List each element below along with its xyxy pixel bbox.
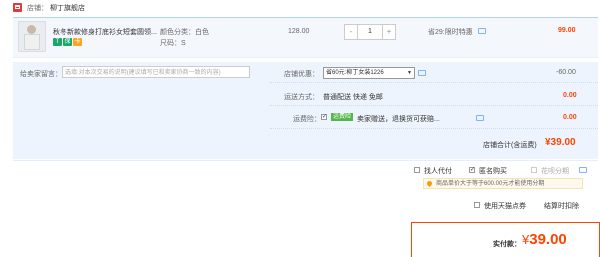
product-thumbnail[interactable] xyxy=(18,21,46,52)
unit-price: 128.00 xyxy=(288,28,310,35)
message-label: 给卖家留言： xyxy=(20,71,62,78)
insurance-info-icon[interactable] xyxy=(476,115,484,121)
insurance-checkbox[interactable] xyxy=(321,113,327,120)
divider xyxy=(270,82,598,83)
item-row xyxy=(13,17,598,58)
tmall-points-label[interactable]: 使用天猫点券 xyxy=(484,201,526,211)
insurance-text: 卖家赠送，退换货可获赔... xyxy=(357,116,440,123)
installment-checkbox[interactable] xyxy=(531,167,537,173)
tmall-points-checkbox[interactable] xyxy=(474,202,480,208)
final-payment-label: 实付款： xyxy=(493,241,521,248)
quantity-plus-button[interactable]: + xyxy=(382,25,395,39)
installment-notice: 商品单价大于等于600.00元才能使用分期 xyxy=(423,178,583,189)
shop-name-link[interactable]: 柳丁旗舰店 xyxy=(50,3,85,13)
guarantee-badge-icon[interactable]: 保 xyxy=(63,38,72,46)
product-title-link[interactable]: 秋冬新款修身打底衫女短套圆领... xyxy=(53,27,157,37)
location-pin-icon xyxy=(425,179,434,188)
insurance-amount: 0.00 xyxy=(563,114,577,121)
shop-total-label: 店铺合计(含运费) xyxy=(483,142,537,149)
promo-info-icon[interactable] xyxy=(478,28,486,34)
installment-info-icon[interactable] xyxy=(579,167,587,173)
pay-for-other-label[interactable]: 找人代付 xyxy=(424,166,452,176)
coupon-select[interactable]: 省60元:柳丁女装1226 ▼ xyxy=(323,67,415,79)
anonymous-checkbox[interactable] xyxy=(469,166,475,173)
quantity-minus-button[interactable]: - xyxy=(345,25,358,39)
final-payment-amount: ¥39.00 xyxy=(522,231,567,248)
item-promo: 省29:限时特惠 xyxy=(428,29,473,36)
final-amount-value: 39.00 xyxy=(529,231,567,248)
insurance-label: 运费险： xyxy=(293,116,321,123)
shop-label: 店铺： xyxy=(27,5,48,12)
tmall-badge-icon[interactable]: T xyxy=(53,38,62,46)
divider xyxy=(13,160,598,161)
divider xyxy=(270,128,598,129)
sku-size: 尺码：S xyxy=(160,40,186,47)
checkout-deduct-text: 结算时扣除 xyxy=(544,203,579,210)
shop-total-amount: ¥39.00 xyxy=(545,137,576,148)
chevron-down-icon: ▼ xyxy=(407,70,412,76)
coupon-selected-value: 省60元:柳丁女装1226 xyxy=(326,70,384,76)
shipping-label: 运送方式： xyxy=(284,94,319,101)
item-subtotal: 99.00 xyxy=(558,27,576,34)
sku-color: 颜色分类：白色 xyxy=(160,29,209,36)
anonymous-label[interactable]: 匿名购买 xyxy=(479,166,507,176)
divider xyxy=(270,105,598,106)
insurance-tag: 运费险 xyxy=(331,113,354,121)
quantity-stepper: - 1 + xyxy=(344,24,396,40)
shipping-amount: 0.00 xyxy=(563,92,577,99)
installment-notice-text: 商品单价大于等于600.00元才能使用分期 xyxy=(436,181,545,187)
coupon-amount: -60.00 xyxy=(556,69,576,76)
installment-label[interactable]: 花呗分期 xyxy=(541,166,569,176)
pay-for-other-checkbox[interactable] xyxy=(414,167,420,173)
seller-message-input[interactable]: 选填:对本次交易的说明(建议填写已和卖家协商一致的内容) xyxy=(62,66,250,78)
coupon-label: 店铺优惠： xyxy=(284,71,319,78)
quantity-input[interactable]: 1 xyxy=(358,25,382,39)
card-badge-icon[interactable]: 卡 xyxy=(73,38,82,46)
shipping-method: 普通配送 快递 免邮 xyxy=(323,94,383,101)
coupon-info-icon[interactable] xyxy=(418,70,426,76)
shop-logo-icon xyxy=(13,3,22,12)
